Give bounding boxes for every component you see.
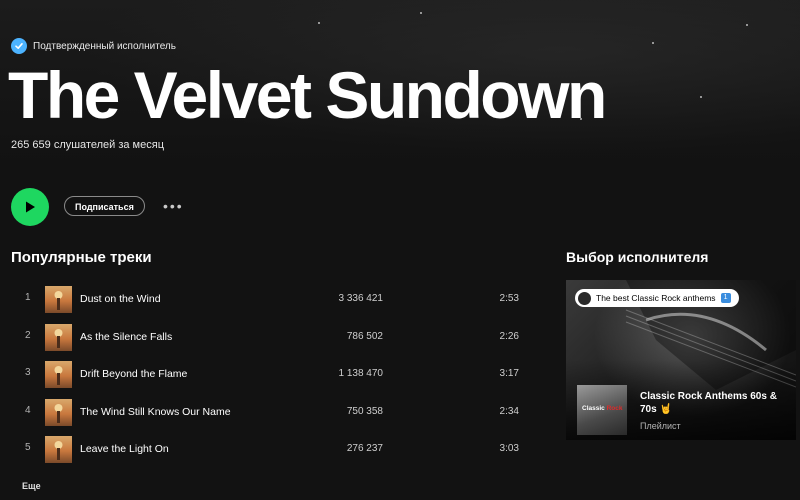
track-plays: 3 336 421 xyxy=(338,293,384,304)
playlist-cover-image: Classic Rock xyxy=(577,385,627,435)
star-decoration xyxy=(420,12,422,14)
track-plays: 750 358 xyxy=(346,405,383,417)
star-decoration xyxy=(318,22,320,24)
track-row[interactable]: 1 Dust on the Wind 3 336 421 2:53 xyxy=(11,280,531,318)
track-title[interactable]: Dust on the Wind xyxy=(80,293,161,305)
artist-pick-comment: The best Classic Rock anthems 1 xyxy=(575,289,739,307)
cover-text-prefix: Classic xyxy=(582,405,605,412)
track-row[interactable]: 2 As the Silence Falls 786 502 2:26 xyxy=(11,318,531,356)
artist-header: Подтвержденный исполнитель The Velvet Su… xyxy=(0,0,800,172)
monthly-listeners: 265 659 слушателей за месяц xyxy=(11,139,164,151)
playlist-title[interactable]: Classic Rock Anthems 60s & 70s 🤘 xyxy=(640,390,790,416)
star-decoration xyxy=(700,96,702,98)
track-number: 1 xyxy=(25,292,31,303)
track-plays: 786 502 xyxy=(346,330,383,342)
track-number: 2 xyxy=(25,329,31,341)
track-duration: 2:34 xyxy=(499,405,519,417)
cover-text-highlight: Rock xyxy=(606,405,623,412)
track-title[interactable]: The Wind Still Knows Our Name xyxy=(80,406,231,418)
track-number: 3 xyxy=(25,367,31,378)
artist-avatar xyxy=(578,291,591,305)
follow-button[interactable]: Подписаться xyxy=(64,196,145,216)
track-cover-image xyxy=(45,361,72,388)
verified-check-icon xyxy=(11,38,27,54)
track-cover-image xyxy=(45,286,72,313)
track-plays: 1 138 470 xyxy=(338,368,384,379)
verified-label: Подтвержденный исполнитель xyxy=(33,40,176,52)
track-plays: 276 237 xyxy=(346,443,383,454)
track-row[interactable]: 4 The Wind Still Knows Our Name 750 358 … xyxy=(11,393,531,431)
star-decoration xyxy=(652,42,654,44)
star-decoration xyxy=(746,24,748,26)
play-button[interactable] xyxy=(11,188,49,226)
track-duration: 3:17 xyxy=(499,368,519,379)
track-cover-image xyxy=(45,323,72,351)
action-bar: Подписаться ••• xyxy=(0,172,800,242)
track-number: 4 xyxy=(25,404,31,416)
artist-pick-card[interactable]: The best Classic Rock anthems 1 Classic … xyxy=(566,280,796,440)
track-number: 5 xyxy=(25,442,31,453)
playlist-type: Плейлист xyxy=(640,421,681,431)
track-title[interactable]: Drift Beyond the Flame xyxy=(80,368,187,380)
track-cover-image xyxy=(45,436,72,463)
track-row[interactable]: 5 Leave the Light On 276 237 3:03 xyxy=(11,430,531,468)
track-duration: 2:53 xyxy=(499,293,519,304)
show-more-link[interactable]: Еще xyxy=(22,481,41,491)
track-duration: 2:26 xyxy=(499,330,519,342)
track-title[interactable]: Leave the Light On xyxy=(80,443,169,455)
track-cover-image xyxy=(45,398,72,426)
track-title[interactable]: As the Silence Falls xyxy=(80,331,172,343)
play-icon xyxy=(26,201,35,213)
verified-artist-badge: Подтвержденный исполнитель xyxy=(11,38,176,54)
cover-text: Classic Rock xyxy=(582,405,623,412)
artist-name: The Velvet Sundown xyxy=(8,58,607,132)
popular-tracks-list: 1 Dust on the Wind 3 336 421 2:53 2 As t… xyxy=(11,280,531,468)
keycap-number-icon: 1 xyxy=(720,293,731,303)
track-duration: 3:03 xyxy=(499,443,519,454)
track-row[interactable]: 3 Drift Beyond the Flame 1 138 470 3:17 xyxy=(11,355,531,393)
popular-tracks-heading: Популярные треки xyxy=(11,249,152,266)
more-options-icon[interactable]: ••• xyxy=(163,198,184,214)
badge-text: The best Classic Rock anthems xyxy=(596,293,716,303)
artist-pick-heading: Выбор исполнителя xyxy=(566,249,709,265)
